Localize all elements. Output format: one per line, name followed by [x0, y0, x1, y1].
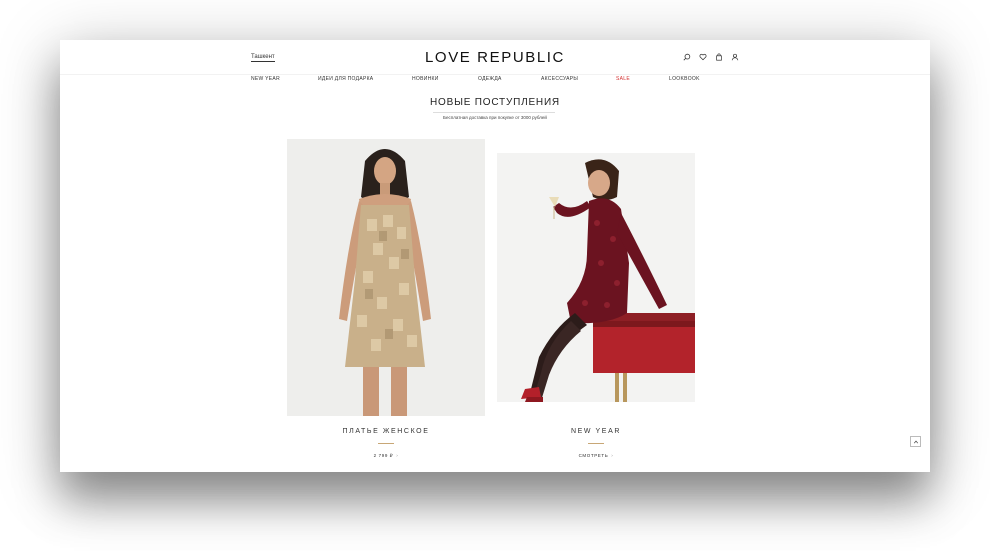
burgundy-dress-illustration: [497, 153, 695, 402]
nav-item-new-arrivals[interactable]: НОВИНКИ: [412, 76, 439, 82]
heart-icon[interactable]: [699, 53, 707, 61]
product-card: ПЛАТЬЕ ЖЕНСКОЕ 2 799 ₽ ›: [287, 139, 485, 472]
main-nav: NEW YEAR ИДЕИ ДЛЯ ПОДАРКА НОВИНКИ ОДЕЖДА…: [60, 76, 930, 86]
header-icons: [683, 53, 739, 61]
nav-item-new-year[interactable]: NEW YEAR: [251, 76, 280, 82]
title-divider: [433, 112, 555, 113]
price-text: 2 799 ₽: [373, 453, 394, 458]
user-icon[interactable]: [731, 53, 739, 61]
delivery-note: Бесплатная доставка при покупке от 3000 …: [443, 115, 547, 120]
product-name[interactable]: ПЛАТЬЕ ЖЕНСКОЕ: [287, 428, 485, 435]
product-image[interactable]: [287, 139, 485, 416]
nav-item-accessories[interactable]: АКСЕССУАРЫ: [541, 76, 578, 82]
view-link[interactable]: СМОТРЕТЬ ›: [497, 453, 695, 458]
collection-card: NEW YEAR СМОТРЕТЬ ›: [497, 153, 695, 472]
nav-item-clothing[interactable]: ОДЕЖДА: [478, 76, 502, 82]
view-text: СМОТРЕТЬ: [578, 453, 609, 458]
nav-item-gift-ideas[interactable]: ИДЕИ ДЛЯ ПОДАРКА: [318, 76, 373, 82]
site-header: Ташкент LOVE REPUBLIC: [60, 40, 930, 75]
search-icon[interactable]: [683, 53, 691, 61]
chevron-up-icon: [913, 440, 918, 443]
bag-icon[interactable]: [715, 53, 723, 61]
scroll-to-top-button[interactable]: [910, 436, 921, 447]
nav-item-sale[interactable]: SALE: [616, 76, 630, 82]
brand-logo[interactable]: LOVE REPUBLIC: [60, 49, 930, 66]
chevron-right-icon: ›: [396, 453, 399, 458]
collection-name[interactable]: NEW YEAR: [497, 428, 695, 435]
price-link[interactable]: 2 799 ₽ ›: [287, 453, 485, 459]
gold-dress-illustration: [287, 139, 485, 416]
section-title: НОВЫЕ ПОСТУПЛЕНИЯ: [430, 97, 560, 108]
collection-image[interactable]: [497, 153, 695, 402]
chevron-right-icon: ›: [611, 453, 614, 458]
accent-divider: [588, 443, 604, 444]
page-frame: Ташкент LOVE REPUBLIC NEW YEAR ИДЕИ ДЛЯ …: [60, 40, 930, 472]
accent-divider: [378, 443, 394, 444]
nav-item-lookbook[interactable]: LOOKBOOK: [669, 76, 700, 82]
